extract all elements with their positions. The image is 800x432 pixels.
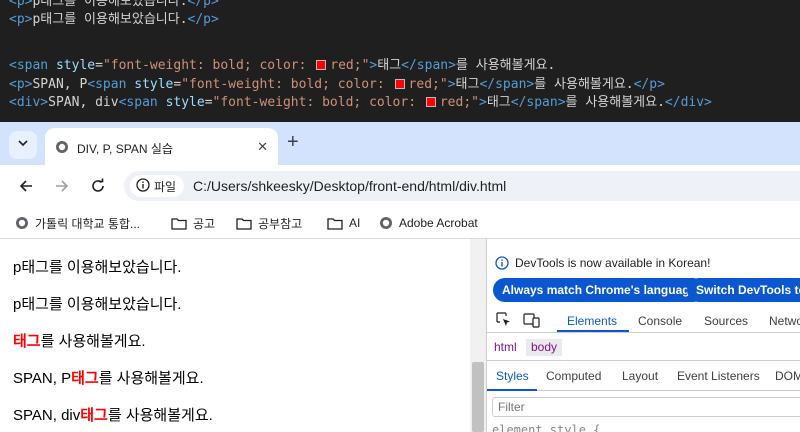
folder-icon — [171, 217, 187, 230]
bookmark-folder[interactable]: 공부참고 — [236, 214, 302, 232]
styles-subtabs: Styles Computed Layout Event Listeners D… — [487, 361, 800, 391]
active-subtab-indicator — [487, 389, 537, 391]
color-swatch — [425, 97, 436, 107]
color-swatch — [316, 60, 327, 70]
code-line-2: <p>p태그를 이용해보았습니다.</p> — [9, 12, 219, 27]
code-editor: <p>p태그를 이용해보았습니다.</p> <p>p태그를 이용해보았습니다.<… — [0, 0, 800, 120]
bookmark-folder[interactable]: 공고 — [171, 214, 215, 232]
page-scrollbar[interactable] — [470, 239, 486, 432]
bookmarks-bar: 가톨릭 대학교 통합... 공고 공부참고 AI Adobe Acrobat — [0, 207, 800, 238]
tab-layout[interactable]: Layout — [622, 369, 658, 383]
reload-button[interactable] — [88, 176, 108, 196]
forward-button[interactable] — [52, 176, 72, 196]
tab-strip: DIV, P, SPAN 실습 ✕ + — [0, 122, 800, 165]
paragraph-2: p태그를 이용해보았습니다. — [13, 296, 182, 313]
devtools-info-banner: DevTools is now available in Korean! — [495, 256, 710, 270]
globe-icon — [55, 140, 69, 159]
tab-network[interactable]: Netwo — [769, 314, 800, 328]
paragraph-1: p태그를 이용해보았습니다. — [13, 259, 182, 276]
color-swatch — [394, 79, 405, 89]
tab-console[interactable]: Console — [638, 314, 682, 328]
info-icon — [495, 256, 509, 270]
span-strong: 태그 — [13, 333, 41, 350]
tab-sources[interactable]: Sources — [704, 314, 748, 328]
tab-title: DIV, P, SPAN 실습 — [77, 142, 173, 156]
span-strong: 태그 — [71, 370, 99, 387]
element-style-rule: element.style { — [492, 423, 601, 432]
arrow-left-icon — [19, 180, 32, 192]
tab-elements[interactable]: Elements — [567, 314, 617, 328]
scrollbar-thumb[interactable] — [472, 362, 484, 432]
tab-event-listeners[interactable]: Event Listeners — [677, 369, 760, 383]
close-icon[interactable]: ✕ — [257, 139, 268, 155]
crumb-body[interactable]: body — [526, 339, 563, 356]
code-line-3: <span style="font-weight: bold; color: r… — [9, 58, 556, 73]
back-button[interactable] — [16, 176, 36, 196]
styles-filter-input[interactable] — [492, 397, 800, 417]
code-line-1: <p>p태그를 이용해보았습니다.</p> — [9, 0, 219, 9]
chevron-down-icon — [17, 136, 29, 154]
crumb-html[interactable]: html — [489, 339, 522, 356]
breadcrumb: html body — [487, 334, 800, 361]
toolbar: 파일 C:/Users/shkeesky/Desktop/front-end/h… — [0, 165, 800, 207]
tab-active[interactable]: DIV, P, SPAN 실습 ✕ — [45, 128, 278, 165]
arrow-right-icon — [56, 180, 69, 192]
match-language-button[interactable]: Always match Chrome's language — [493, 278, 706, 302]
tab-computed[interactable]: Computed — [546, 369, 601, 383]
div-line: SPAN, div태그를 사용해볼게요. — [13, 407, 213, 424]
new-tab-button[interactable]: + — [287, 132, 299, 152]
reload-icon — [92, 178, 104, 192]
address-bar[interactable]: 파일 C:/Users/shkeesky/Desktop/front-end/h… — [124, 171, 800, 201]
globe-icon — [379, 216, 393, 230]
site-chip-label: 파일 — [154, 179, 177, 194]
site-info-chip[interactable]: 파일 — [130, 175, 185, 197]
browser-window: DIV, P, SPAN 실습 ✕ + 파일 C:/Users/shkeesky… — [0, 122, 800, 432]
bookmark-folder[interactable]: AI — [327, 214, 360, 232]
switch-language-button[interactable]: Switch DevTools to K — [687, 278, 800, 302]
tab-dom[interactable]: DOM — [775, 369, 800, 383]
url-text[interactable]: C:/Users/shkeesky/Desktop/front-end/html… — [193, 178, 506, 194]
p-line: SPAN, P태그를 사용해볼게요. — [13, 370, 204, 387]
devtools-tabs: Elements Console Sources Netwo — [487, 307, 800, 333]
code-line-4: <p>SPAN, P<span style="font-weight: bold… — [9, 77, 665, 92]
tab-styles[interactable]: Styles — [496, 369, 529, 383]
inspect-icon[interactable] — [496, 312, 512, 333]
bookmark-item[interactable]: 가톨릭 대학교 통합... — [15, 214, 140, 232]
info-icon — [136, 177, 150, 195]
span-strong: 태그 — [80, 407, 108, 424]
folder-icon — [327, 217, 343, 230]
span-line: 태그를 사용해볼게요. — [13, 333, 146, 350]
page-viewport: p태그를 이용해보았습니다. p태그를 이용해보았습니다. 태그를 사용해볼게요… — [0, 239, 486, 432]
code-line-5: <div>SPAN, div<span style="font-weight: … — [9, 95, 712, 110]
globe-icon — [15, 216, 29, 230]
device-toolbar-icon[interactable] — [523, 312, 540, 333]
devtools-panel: DevTools is now available in Korean! Alw… — [486, 239, 800, 432]
active-tab-indicator — [557, 330, 629, 332]
tab-search-button[interactable] — [9, 131, 37, 159]
folder-icon — [236, 217, 252, 230]
bookmark-item[interactable]: Adobe Acrobat — [379, 214, 478, 232]
